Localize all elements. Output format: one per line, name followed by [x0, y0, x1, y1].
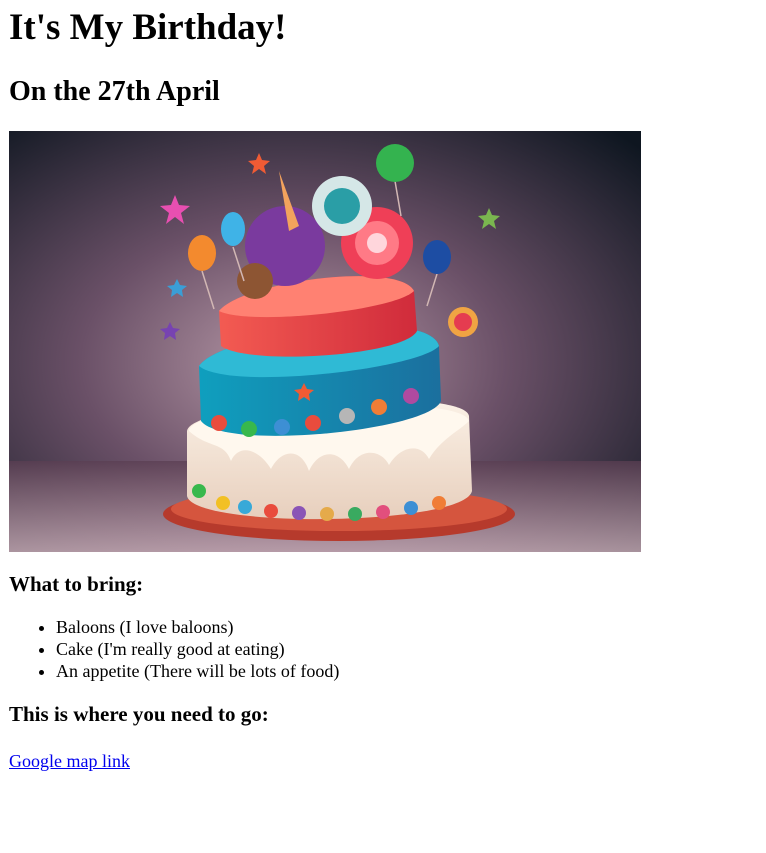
bring-list: Baloons (I love baloons) Cake (I'm reall… [9, 616, 757, 682]
page-title: It's My Birthday! [9, 7, 287, 48]
google-map-link[interactable]: Google map link [9, 750, 130, 772]
where-to-go-heading: This is where you need to go: [9, 702, 269, 726]
list-item: Cake (I'm really good at eating) [56, 638, 757, 660]
what-to-bring-heading: What to bring: [9, 572, 144, 596]
cake-image [9, 131, 641, 552]
list-item: Baloons (I love baloons) [56, 616, 757, 638]
list-item: An appetite (There will be lots of food) [56, 660, 757, 682]
page-subtitle: On the 27th April [9, 76, 220, 107]
page-content: It's My Birthday! On the 27th April What… [0, 6, 766, 772]
